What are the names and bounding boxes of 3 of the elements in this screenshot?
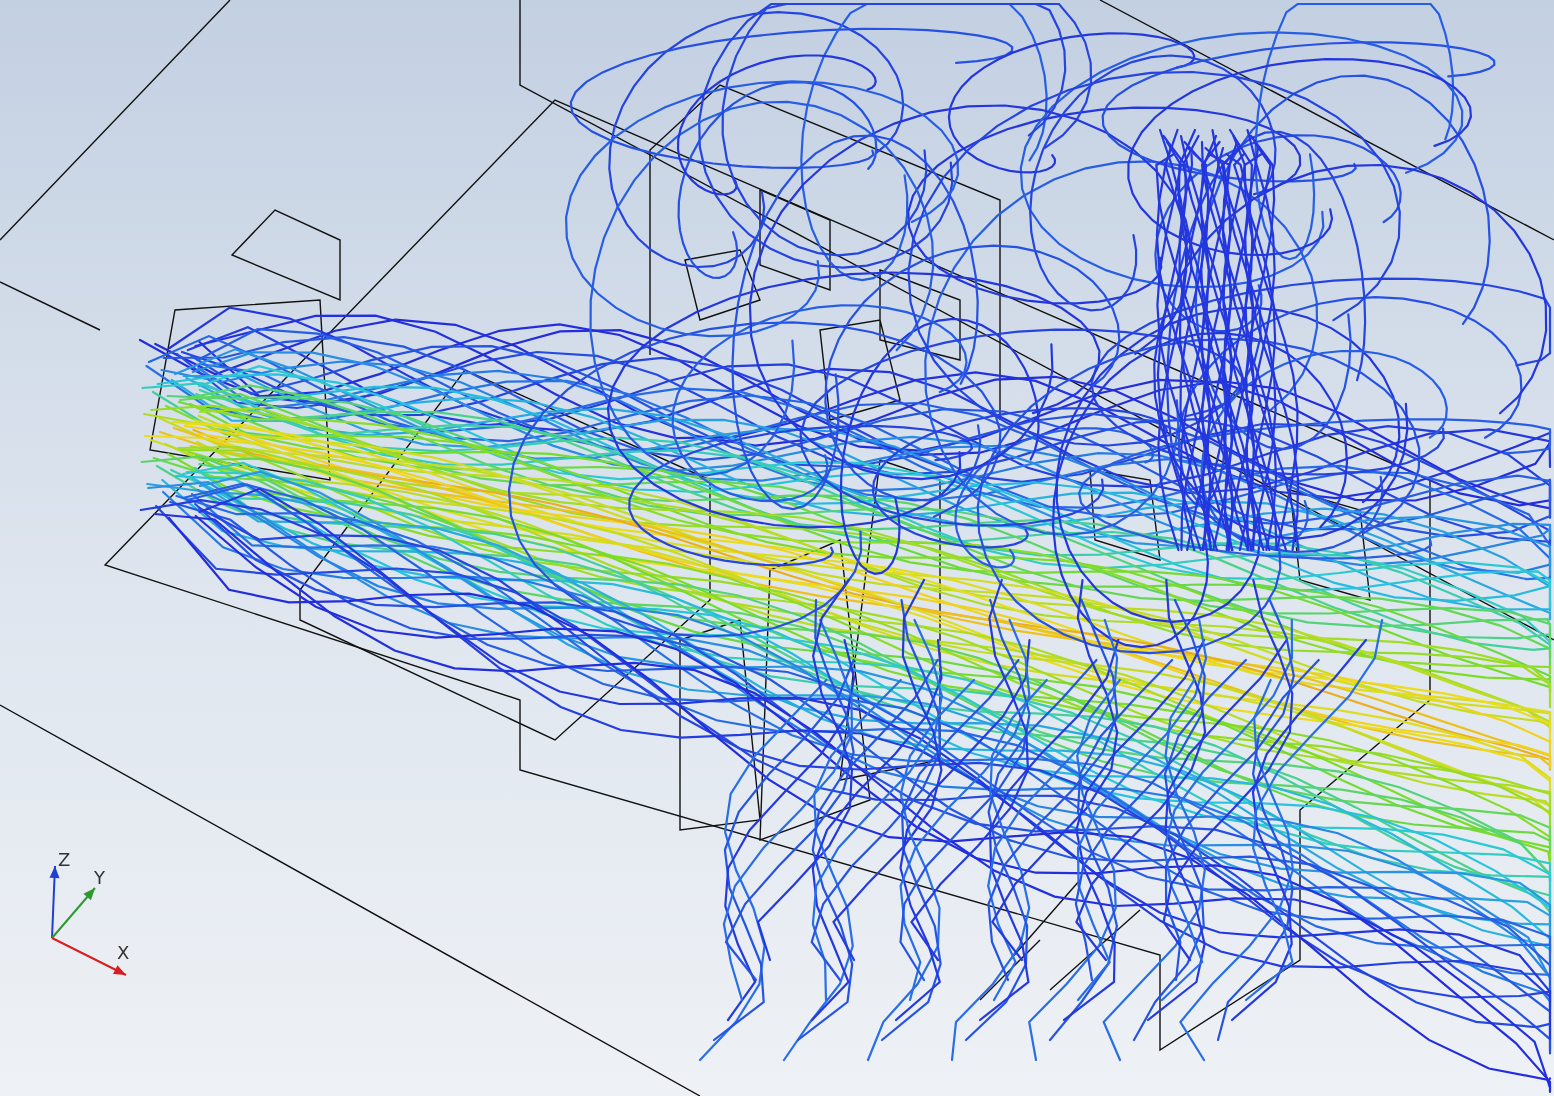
axis-label: Z <box>58 849 71 870</box>
axis-label: X <box>117 942 130 963</box>
axis-label: Y <box>94 867 105 888</box>
